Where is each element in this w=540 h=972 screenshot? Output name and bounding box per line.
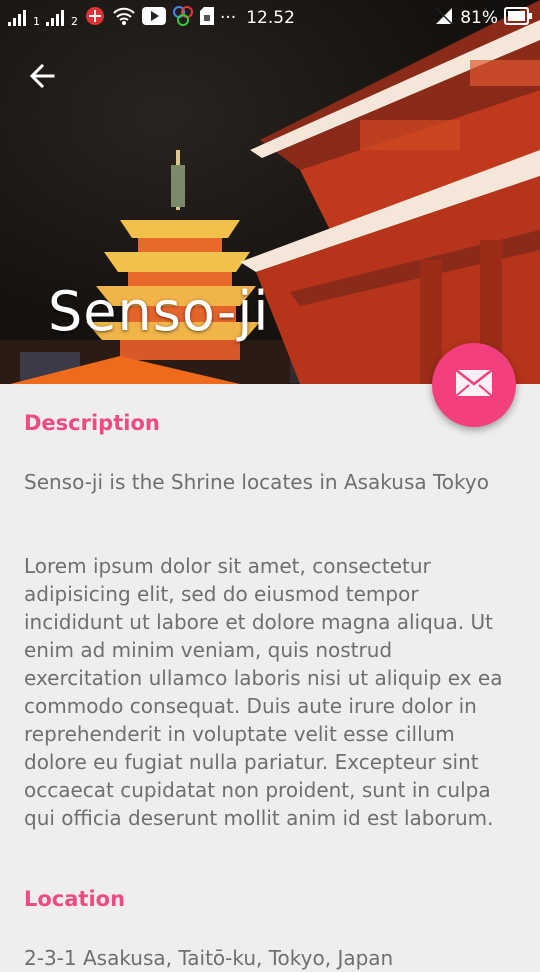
app-icon [172,5,194,32]
location-heading: Location [24,887,126,911]
back-button[interactable] [22,58,62,98]
signal-icon [8,10,26,26]
signal-icon [46,10,64,26]
email-button[interactable] [432,343,516,427]
status-bar: 1 2 ··· 12.52 81% [0,0,540,36]
email-icon [455,369,493,401]
address-text: 2-3-1 Asakusa, Taitō-ku, Tokyo, Japan [24,946,394,970]
description-body: Lorem ipsum dolor sit amet, consectetur … [24,554,503,830]
header-image: 1 2 ··· 12.52 81% Senso-ji [0,0,540,384]
clock: 12.52 [246,8,295,28]
status-right: 81% [434,0,532,36]
battery-percent: 81% [460,8,498,28]
status-left: 1 2 ··· 12.52 [8,0,295,36]
sd-card-icon [200,6,214,30]
cast-icon [84,5,106,32]
arrow-back-icon [29,63,55,93]
wifi-icon [112,6,136,31]
description-heading: Description [24,411,160,435]
youtube-icon [142,6,166,30]
notification-mute-icon [434,6,454,31]
sim2-label: 2 [71,14,78,28]
page-title: Senso-ji [48,280,270,343]
overflow-dots: ··· [220,8,237,28]
summary-text: Senso-ji is the Shrine locates in Asakus… [24,470,489,494]
battery-icon [504,6,532,30]
sim1-label: 1 [33,14,40,28]
